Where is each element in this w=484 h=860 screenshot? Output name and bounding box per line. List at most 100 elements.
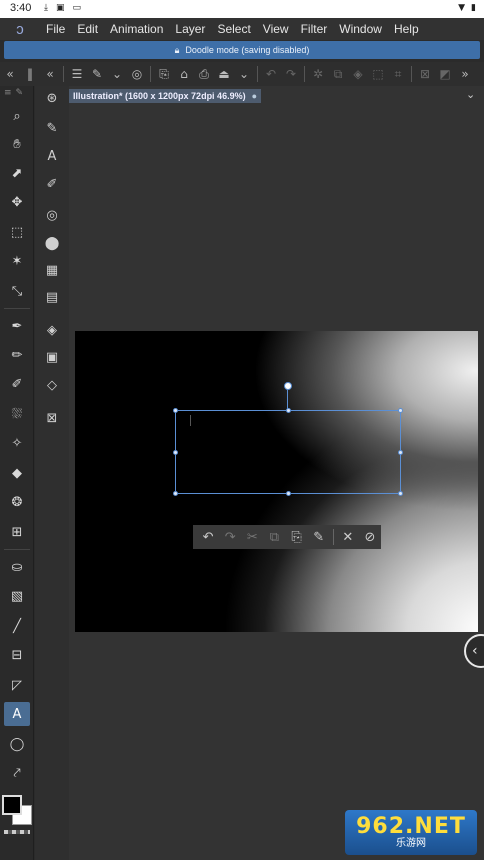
menu-bar: ↄ File Edit Animation Layer Select View …: [0, 18, 484, 40]
material-icon[interactable]: ⊠: [39, 406, 65, 430]
cancel-icon[interactable]: ✕: [337, 530, 359, 545]
ruler-icon[interactable]: ◸: [4, 673, 30, 697]
redo-icon[interactable]: ↷: [219, 530, 241, 545]
chevron-down-icon[interactable]: ⌄: [107, 67, 127, 81]
chevron-down-icon[interactable]: ⌄: [466, 88, 475, 101]
clock: 3:40: [10, 2, 32, 14]
pencil-icon[interactable]: ✎: [16, 88, 24, 98]
collapse-left-icon[interactable]: «: [0, 67, 20, 81]
blend-icon[interactable]: ❂: [4, 490, 30, 514]
resize-handle[interactable]: [173, 450, 178, 455]
film-icon[interactable]: ▤: [39, 285, 65, 309]
line-icon[interactable]: ╱: [4, 614, 30, 638]
menu-edit[interactable]: Edit: [71, 22, 104, 36]
color-set-icon[interactable]: ▦: [39, 258, 65, 282]
grid-icon[interactable]: ⊞: [4, 520, 30, 544]
menu-help[interactable]: Help: [388, 22, 425, 36]
new-file-icon[interactable]: ⎘: [154, 67, 174, 82]
decoration-icon[interactable]: ✧: [4, 431, 30, 455]
save-icon[interactable]: ⎙: [194, 67, 214, 82]
tab-dot-icon[interactable]: ●: [252, 91, 257, 101]
undo-icon[interactable]: ↶: [261, 67, 281, 81]
deselect-icon[interactable]: ⊠: [415, 67, 435, 81]
invert-selection-icon[interactable]: ◩: [435, 67, 455, 81]
menu-layer[interactable]: Layer: [169, 22, 211, 36]
copy-icon[interactable]: ⧉: [328, 67, 348, 82]
color-wheel-icon[interactable]: ◎: [39, 203, 65, 227]
layer-property-icon[interactable]: ◈: [39, 318, 65, 342]
resize-handle[interactable]: [173, 491, 178, 496]
color-mix-icon[interactable]: ⬤: [39, 231, 65, 255]
paste-icon[interactable]: ⎘: [286, 530, 308, 545]
selection-icon[interactable]: ⬚: [4, 220, 30, 244]
resize-handle[interactable]: [286, 491, 291, 496]
layers-icon[interactable]: ◇: [39, 373, 65, 397]
resize-handle[interactable]: [173, 408, 178, 413]
resize-handle[interactable]: [286, 408, 291, 413]
wifi-icon: ▼: [458, 3, 466, 13]
open-folder-icon[interactable]: ⌂: [174, 67, 194, 81]
hand-icon[interactable]: ✋︎: [4, 132, 30, 156]
pen-edit-icon[interactable]: ✎: [308, 530, 330, 545]
font-icon[interactable]: A: [39, 144, 65, 168]
text-edit-bar: ↶ ↷ ✂ ⧉ ⎘ ✎ ✕ ⊘: [193, 525, 381, 549]
resize-handle[interactable]: [398, 408, 403, 413]
collapse-right-icon[interactable]: »: [455, 67, 475, 81]
resize-handle[interactable]: [398, 491, 403, 496]
crop-icon[interactable]: ⌗: [388, 67, 408, 82]
collapse-icon[interactable]: «: [40, 67, 60, 81]
text-box-frame[interactable]: [173, 408, 403, 496]
pen-icon[interactable]: ✒: [4, 314, 30, 338]
fill-tool-icon[interactable]: ⛀: [4, 555, 30, 579]
fill-icon[interactable]: ◈: [348, 67, 368, 81]
menu-window[interactable]: Window: [333, 22, 388, 36]
cut-icon[interactable]: ✂: [241, 530, 263, 545]
document-tab[interactable]: Illustration* (1600 x 1200px 72dpi 46.9%…: [69, 89, 262, 103]
transform-icon[interactable]: ⬚: [368, 67, 388, 81]
text-tool-icon[interactable]: A: [4, 702, 30, 726]
transparent-color[interactable]: [4, 830, 30, 834]
brush-icon[interactable]: ✐: [4, 372, 30, 396]
doodle-mode-banner[interactable]: 🔒︎ Doodle mode (saving disabled): [4, 41, 480, 59]
hamburger-menu-icon[interactable]: ☰: [67, 67, 87, 81]
brush-size-icon[interactable]: ✐: [39, 172, 65, 196]
auto-select-icon[interactable]: ✶: [4, 249, 30, 273]
color-swatches[interactable]: [2, 795, 34, 829]
move-layer-icon[interactable]: ✥: [4, 190, 30, 214]
eraser-icon[interactable]: ◆: [4, 461, 30, 485]
zoom-icon[interactable]: ⌕: [4, 104, 30, 128]
copy-icon[interactable]: ⧉: [263, 530, 285, 545]
menu-filter[interactable]: Filter: [295, 22, 334, 36]
pencil-tool-icon[interactable]: ✏: [4, 343, 30, 367]
app-logo-icon[interactable]: ↄ: [0, 21, 40, 38]
operation-icon[interactable]: ⬈: [4, 161, 30, 185]
menu-animation[interactable]: Animation: [104, 22, 169, 36]
correct-line-icon[interactable]: ⤤: [4, 761, 30, 785]
confirm-icon[interactable]: ⊘: [359, 530, 381, 545]
clip-studio-icon[interactable]: ◎: [127, 67, 147, 81]
menu-select[interactable]: Select: [211, 22, 256, 36]
object-select-icon[interactable]: ⊛: [39, 86, 65, 110]
settings-icon[interactable]: ✲: [308, 67, 328, 81]
tool-property-icon[interactable]: ✎: [39, 116, 65, 140]
menu-view[interactable]: View: [257, 22, 295, 36]
resize-handle[interactable]: [398, 450, 403, 455]
redo-icon[interactable]: ↷: [281, 67, 301, 81]
balloon-icon[interactable]: ◯: [4, 732, 30, 756]
export-icon[interactable]: ⏏: [214, 67, 234, 81]
undo-icon[interactable]: ↶: [197, 530, 219, 545]
edit-icon[interactable]: ✎: [87, 67, 107, 81]
pane-toggle-icon[interactable]: ‖: [20, 67, 40, 81]
palette-menu-icon[interactable]: ≡: [4, 88, 12, 98]
gradient-icon[interactable]: ▧: [4, 584, 30, 608]
foreground-color[interactable]: [2, 795, 22, 815]
airbrush-icon[interactable]: ⛆: [4, 402, 30, 426]
menu-file[interactable]: File: [40, 22, 71, 36]
frame-icon[interactable]: ⊟: [4, 643, 30, 667]
chevron-down-icon[interactable]: ⌄: [234, 67, 254, 81]
navigator-icon[interactable]: ▣: [39, 345, 65, 369]
tool-palette: ≡ ✎ ⌕ ✋︎ ⬈ ✥ ⬚ ✶ ⤡ ✒ ✏ ✐ ⛆ ✧ ◆ ❂ ⊞ ⛀ ▧ ╱…: [0, 86, 34, 860]
rotate-handle[interactable]: [284, 382, 292, 390]
eyedropper-icon[interactable]: ⤡: [4, 279, 30, 303]
watermark-sub: 乐游网: [396, 837, 426, 849]
